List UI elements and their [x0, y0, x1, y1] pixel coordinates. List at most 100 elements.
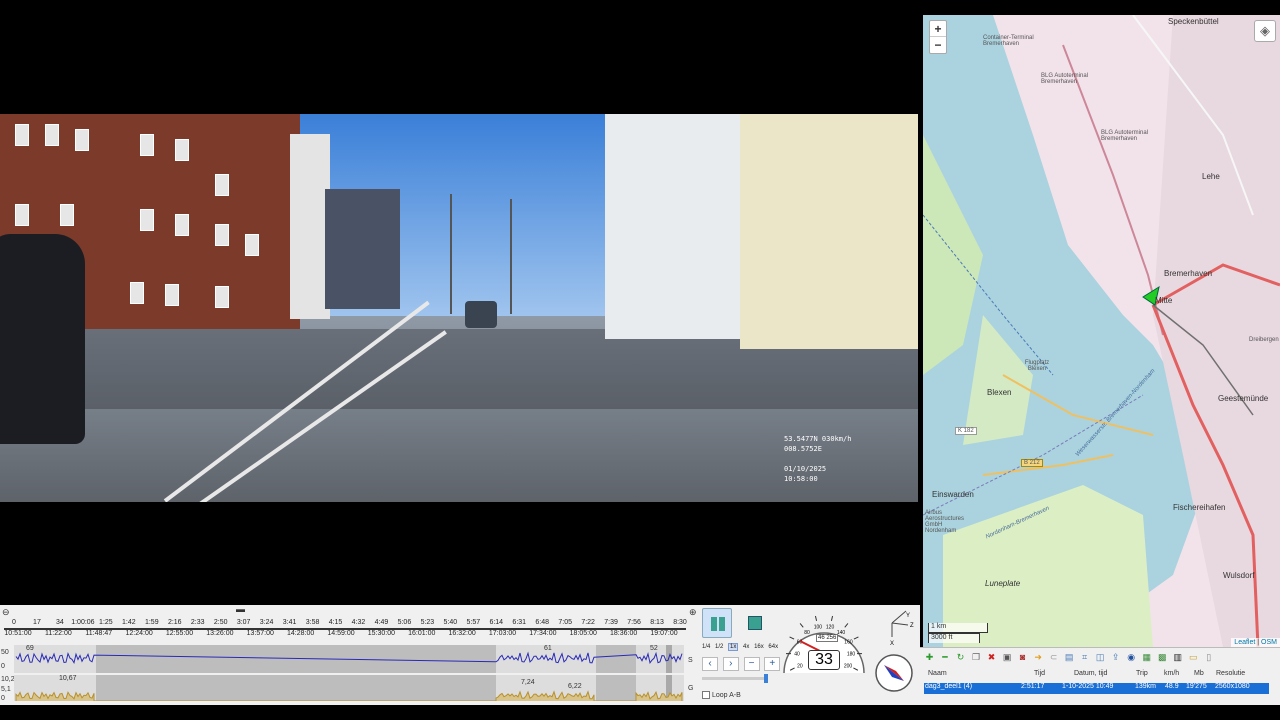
map-label: Einswarden: [932, 490, 974, 499]
alt-axis-label: 10,2: [1, 676, 15, 683]
compass-icon: [875, 654, 913, 692]
timeline-ruler[interactable]: 0 17 34 1:00:06 1:25 1:42 1:59 2:16 2:33 2:50 3:07…: [4, 619, 687, 639]
map-canvas[interactable]: [923, 15, 1280, 647]
image-icon[interactable]: ▤: [1064, 652, 1075, 663]
speed-option[interactable]: 4x: [743, 644, 749, 650]
export-icon[interactable]: ⇪: [1110, 652, 1121, 663]
timeline-handle-icon[interactable]: ▬: [236, 604, 245, 614]
video-frame[interactable]: 53.5477N 030km/h 008.5752E 01/10/2025 10…: [0, 114, 918, 502]
record-icon[interactable]: ◙: [1017, 652, 1028, 663]
ruler-tick-label: 5:23: [420, 619, 435, 626]
speedo-dial-label: 160: [844, 640, 853, 646]
zoom-out-button[interactable]: −: [930, 37, 946, 53]
map-scale-bar: 1 km 3000 ft: [928, 623, 988, 643]
loop-ab-checkbox[interactable]: Loop A-B: [702, 691, 741, 699]
speed-option[interactable]: 1/2: [715, 644, 723, 650]
zoom-out-timeline-icon[interactable]: ⊖: [2, 607, 10, 618]
previous-frame-icon[interactable]: ‹: [702, 657, 718, 671]
speedo-dial-label: 100: [814, 625, 823, 631]
column-header[interactable]: Mb: [1194, 670, 1204, 677]
zoom-in-timeline-icon[interactable]: ⊕: [689, 607, 697, 618]
speed-graph-toggle[interactable]: S: [688, 657, 693, 664]
osm-link[interactable]: OSM: [1261, 639, 1277, 646]
svg-text:Z: Z: [910, 623, 914, 629]
track-list-panel: ✚ ━ ↻ ❐ ✖ ▣ ◙ ➜ ⊂ ▤ ⌗ ◫ ⇪ ◉ ▦ ▩ ▥ ▭ ▯ Na…: [920, 647, 1280, 705]
altitude-graph[interactable]: 10,67 7,24 6,22: [14, 675, 684, 701]
volume-slider[interactable]: [702, 674, 768, 683]
speedo-tick: [799, 623, 804, 628]
photo-icon[interactable]: ▩: [1157, 652, 1168, 663]
document-icon[interactable]: ▯: [1203, 652, 1214, 663]
video-osd-coords: 53.5477N 030km/h 008.5752E: [784, 435, 852, 453]
speedo-dial-label: 20: [797, 663, 803, 669]
delete-icon[interactable]: ✖: [986, 652, 997, 663]
forward-icon[interactable]: ➜: [1033, 652, 1044, 663]
column-header[interactable]: Naam: [928, 670, 947, 677]
zoom-in-button[interactable]: +: [930, 21, 946, 37]
ruler-clock-label: 17:34:00: [529, 630, 557, 637]
ruler-tick-label: 5:40: [443, 619, 458, 626]
speed-option[interactable]: 1/4: [702, 644, 710, 650]
folder-icon[interactable]: ▭: [1188, 652, 1199, 663]
speed-option[interactable]: 64x: [768, 644, 778, 650]
stop-button[interactable]: [740, 608, 770, 638]
link-icon[interactable]: ⊂: [1048, 652, 1059, 663]
save-icon[interactable]: ▣: [1002, 652, 1013, 663]
remove-icon[interactable]: ━: [940, 652, 951, 663]
map-icon[interactable]: ▦: [1141, 652, 1152, 663]
refresh-icon[interactable]: ↻: [955, 652, 966, 663]
ruler-tick-label: 7:22: [581, 619, 595, 626]
speedo-dial-label: 180: [847, 651, 856, 657]
add-icon[interactable]: ✚: [924, 652, 935, 663]
column-header[interactable]: Datum, tijd: [1074, 670, 1107, 677]
ruler-tick-label: 0: [12, 619, 16, 626]
next-frame-icon[interactable]: ›: [722, 657, 739, 671]
speed-option[interactable]: 16x: [754, 644, 764, 650]
ruler-tick-label: 34: [56, 619, 64, 626]
volume-slider-thumb[interactable]: [764, 674, 768, 683]
speed-trace: [15, 651, 683, 665]
crop-icon[interactable]: ⌗: [1079, 652, 1090, 663]
alt-graph-toggle[interactable]: G: [688, 685, 693, 692]
layers-stack-icon[interactable]: ◫: [1095, 652, 1106, 663]
speed-peak-label: 52: [650, 645, 658, 652]
column-header[interactable]: Trip: [1136, 670, 1148, 677]
speed-peak-label: 69: [26, 645, 34, 652]
column-header[interactable]: km/h: [1164, 670, 1179, 677]
video-building-right2: [740, 114, 918, 349]
ruler-tick-label: 8:30: [673, 619, 687, 626]
speedo-dial-label: 80: [804, 630, 810, 636]
speedo-dial-label: 200: [844, 663, 853, 669]
globe-icon[interactable]: ◉: [1126, 652, 1137, 663]
speed-axis-label: 50: [1, 649, 9, 656]
speedo-dial-label: 120: [826, 625, 835, 631]
ruler-clock-label: 12:55:00: [165, 630, 194, 637]
speedo-tick: [830, 615, 834, 621]
ruler-clock-label: 10:51:00: [4, 630, 32, 637]
speed-option-selected[interactable]: 1x: [728, 643, 739, 651]
video-car-left: [0, 234, 85, 444]
map-label: K 182: [955, 427, 977, 435]
table-row[interactable]: dag3_deel1 (4) 2:51:17 1-10-2025 10:49 1…: [924, 683, 1269, 694]
layers-icon[interactable]: ◈: [1254, 20, 1276, 42]
column-header[interactable]: Tijd: [1034, 670, 1045, 677]
ruler-tick-label: 2:16: [167, 619, 182, 626]
playback-controls: 1/4 1/2 1x 4x 16x 64x ‹ › − + Loop A-B: [700, 605, 781, 705]
speed-graph[interactable]: 69 61 52: [14, 645, 684, 673]
column-header[interactable]: Resolutie: [1216, 670, 1245, 677]
zoom-out-video-icon[interactable]: −: [743, 657, 760, 671]
ruler-tick-label: 1:00:06: [71, 619, 95, 626]
map-view[interactable]: Speckenbüttel Container-Terminal Bremerh…: [923, 15, 1280, 647]
ruler-tick-label: 4:49: [374, 619, 389, 626]
video-player[interactable]: 53.5477N 030km/h 008.5752E 01/10/2025 10…: [0, 15, 918, 605]
split-view-button[interactable]: [702, 608, 732, 638]
ruler-clock-label: 13:26:00: [206, 630, 234, 637]
track-list-toolbar: ✚ ━ ↻ ❐ ✖ ▣ ◙ ➜ ⊂ ▤ ⌗ ◫ ⇪ ◉ ▦ ▩ ▥ ▭ ▯: [924, 652, 1216, 666]
copy-icon[interactable]: ❐: [971, 652, 982, 663]
ruler-clock-label: 12:24:00: [125, 630, 153, 637]
leaflet-link[interactable]: Leaflet: [1234, 639, 1255, 646]
ruler-tick-label: 6:14: [489, 619, 504, 626]
ruler-clock-label: 13:57:00: [246, 630, 274, 637]
map-label: Fischereihafen: [1173, 503, 1226, 512]
film-icon[interactable]: ▥: [1172, 652, 1183, 663]
